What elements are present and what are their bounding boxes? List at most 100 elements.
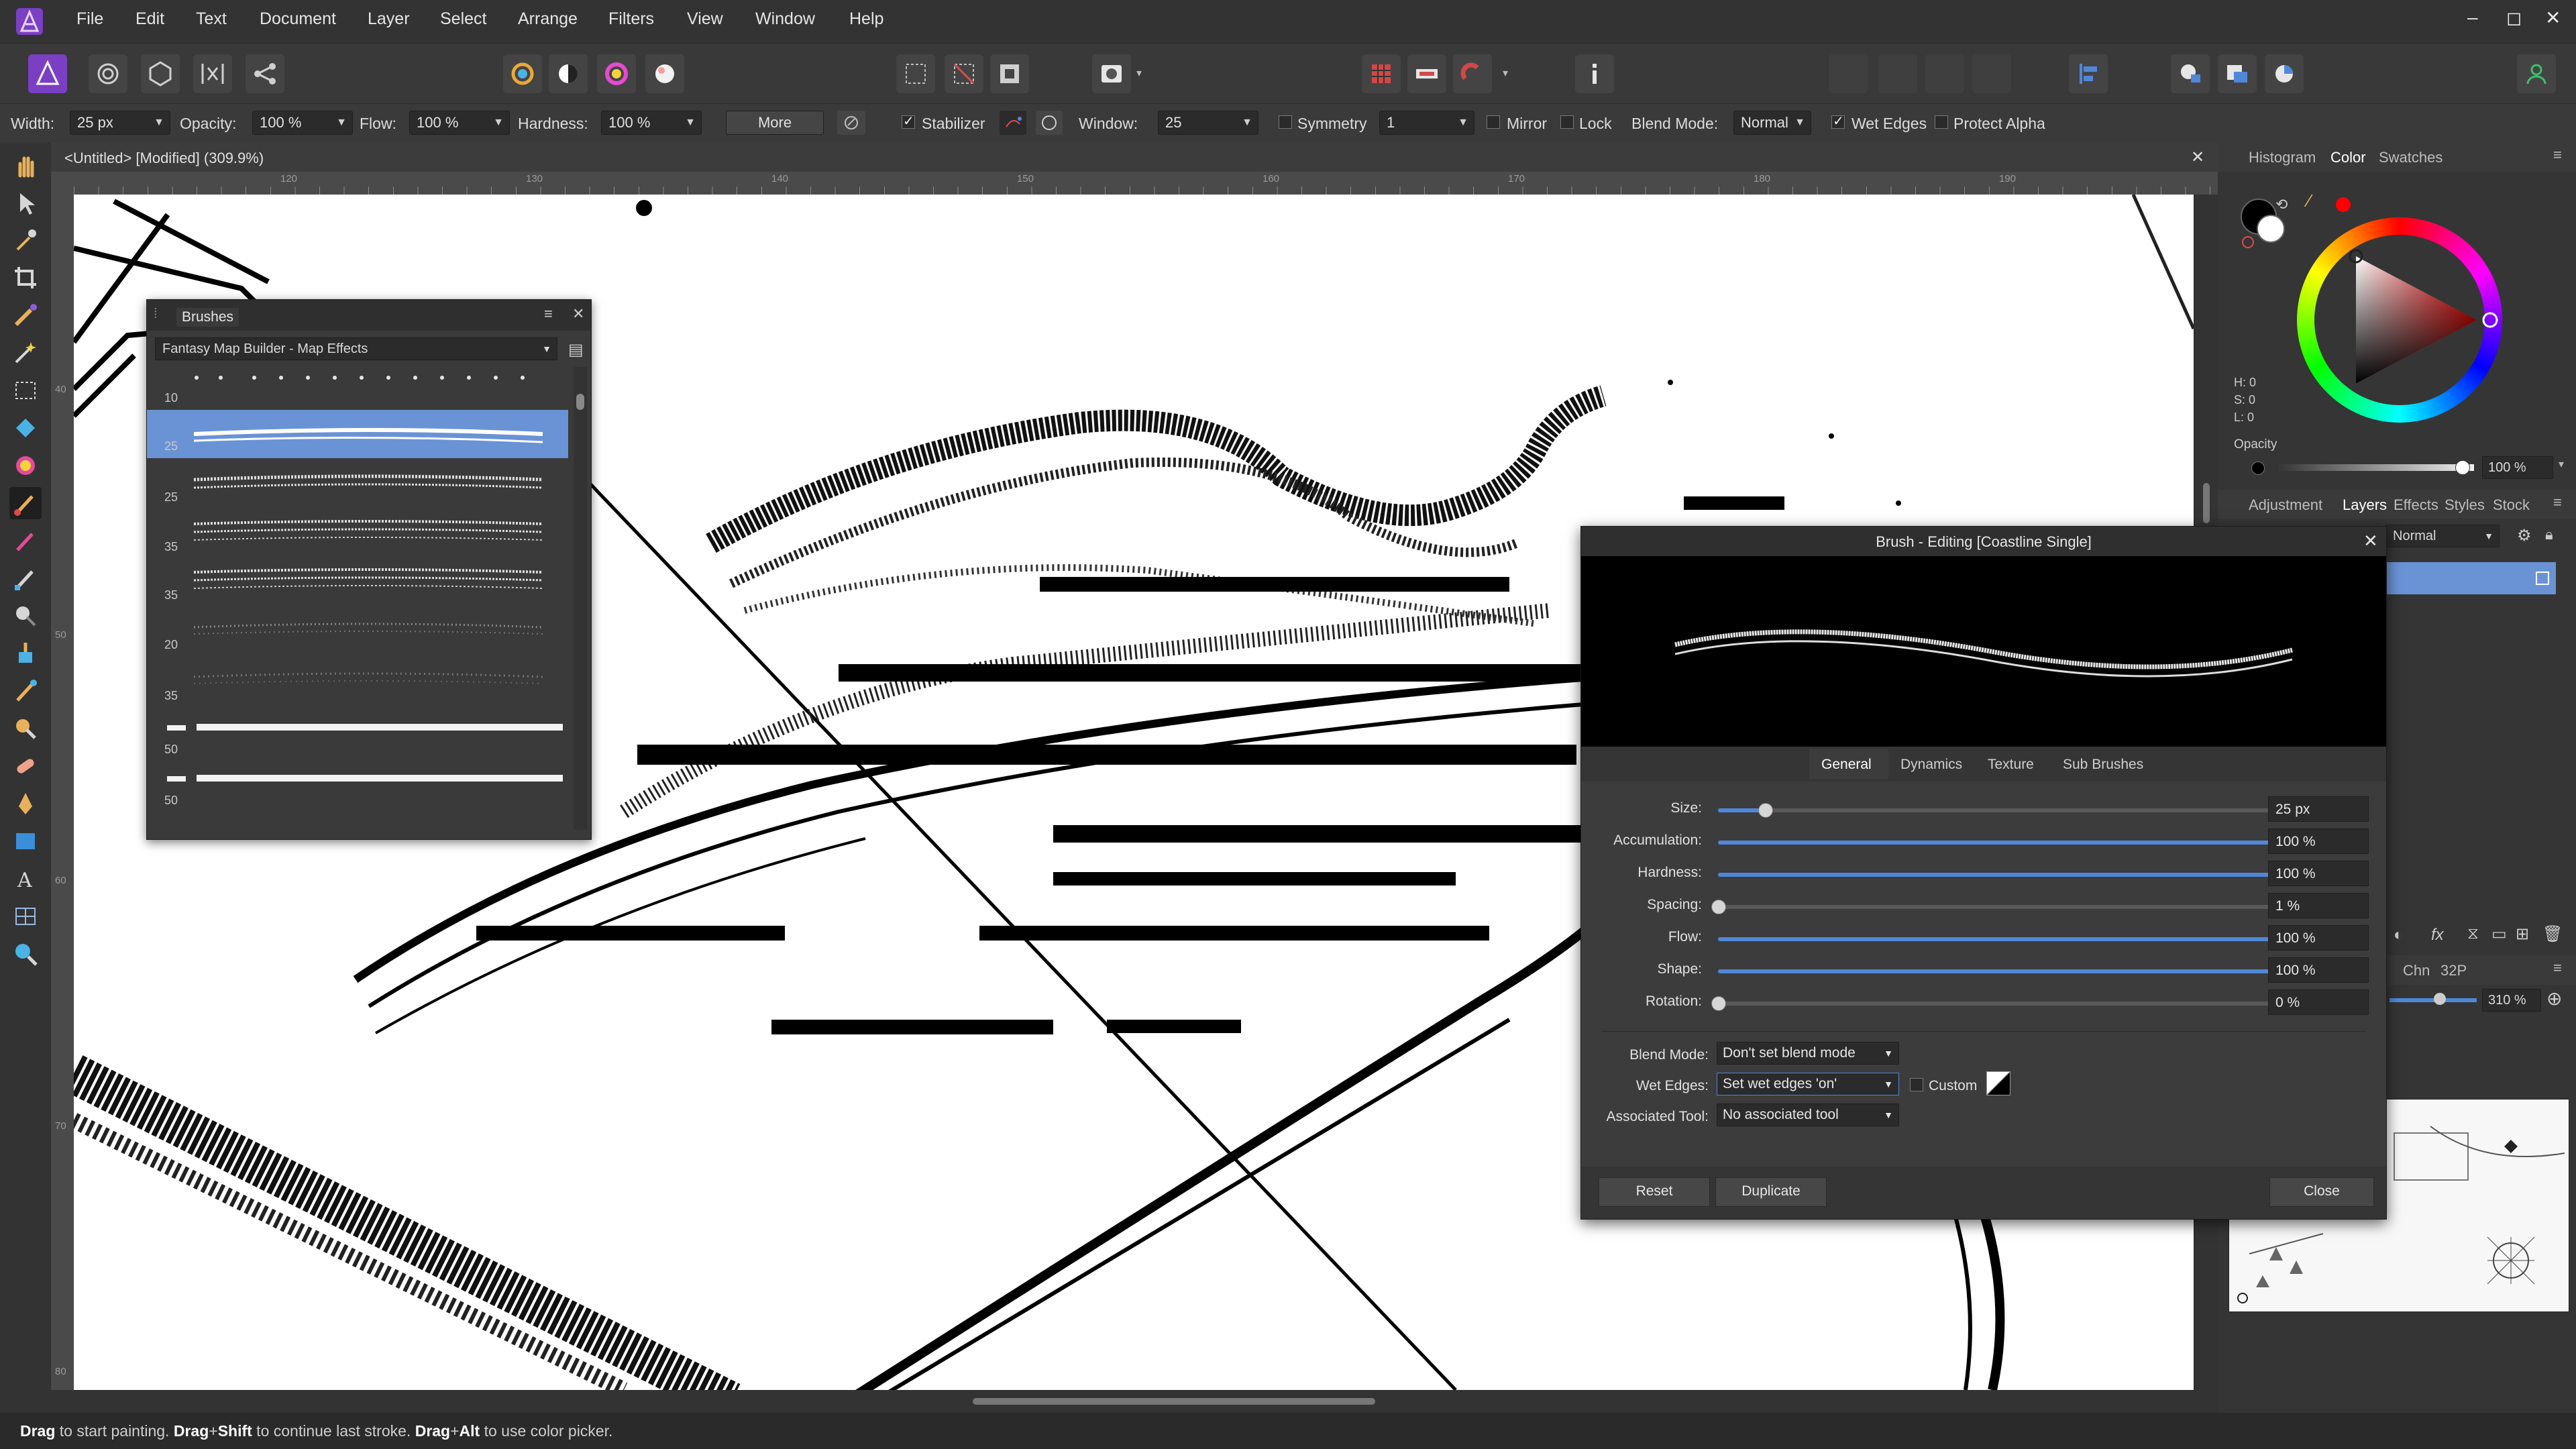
symmetry-field[interactable]: 1 ▼ [1379, 111, 1474, 135]
opacity-slider-knob[interactable] [2455, 460, 2470, 475]
move-tool-icon[interactable] [9, 186, 42, 219]
blend-mode-field[interactable]: Normal ▼ [1733, 111, 1811, 135]
mirror-checkbox[interactable] [1487, 115, 1500, 129]
brush-row[interactable]: 20 [147, 606, 568, 654]
vertical-scroll-thumb[interactable] [2203, 483, 2210, 523]
menu-window[interactable]: Window [755, 9, 815, 29]
tab-channels[interactable]: Chn [2403, 962, 2430, 979]
width-field[interactable]: 25 px ▼ [70, 111, 170, 135]
layer-delete-icon[interactable]: 🗑︎ [2542, 924, 2563, 944]
brush-row[interactable]: 25 [147, 461, 568, 509]
opacity-field[interactable]: 100 % ▼ [252, 111, 353, 135]
blend-mode-dropdown-icon[interactable]: ▼ [1884, 1042, 1893, 1064]
tab-layers[interactable]: Layers [2343, 496, 2387, 514]
mesh-warp-tool-icon[interactable] [9, 900, 42, 932]
blur-brush-tool-icon[interactable] [9, 675, 42, 707]
brush-row[interactable]: 10 [147, 367, 568, 415]
tab-styles[interactable]: Styles [2445, 496, 2485, 514]
marquee-mode-icon[interactable] [896, 54, 935, 93]
assistant-options-icon[interactable] [2218, 54, 2257, 93]
close-panel-icon[interactable]: ✕ [572, 305, 584, 323]
preferences-icon[interactable] [2265, 54, 2304, 93]
color-triangle[interactable] [2297, 217, 2502, 423]
swap-colors-icon[interactable]: ⟲ [2275, 196, 2288, 213]
hardness-slider[interactable] [1718, 867, 2316, 882]
width-dropdown-icon[interactable]: ▼ [154, 111, 164, 134]
brush-row[interactable]: 35 [147, 655, 568, 704]
custom-checkbox[interactable] [1910, 1078, 1923, 1091]
dodge-tool-icon[interactable] [9, 600, 42, 632]
secondary-color-swatch[interactable] [2257, 215, 2285, 243]
context-help-icon[interactable] [1575, 54, 1614, 93]
category-dropdown-icon[interactable]: ▼ [542, 338, 551, 360]
blend-mode-select[interactable]: Don't set blend mode ▼ [1717, 1042, 1899, 1065]
rectangle-tool-icon[interactable] [9, 825, 42, 857]
menu-select[interactable]: Select [440, 9, 486, 29]
close-document-icon[interactable]: ✕ [2191, 148, 2204, 167]
tab-swatches[interactable]: Swatches [2379, 149, 2443, 166]
opacity-dropdown-icon[interactable]: ▼ [336, 111, 347, 134]
spacing-slider-knob[interactable] [1711, 900, 1726, 914]
reset-button[interactable]: Reset [1599, 1177, 1710, 1207]
no-color-icon[interactable] [2242, 236, 2254, 248]
view-tool-hand-icon[interactable] [9, 149, 42, 181]
symmetry-dropdown-icon[interactable]: ▼ [1458, 111, 1468, 134]
tab-general[interactable]: General [1821, 757, 1872, 773]
auto-contrast-icon[interactable] [549, 54, 588, 93]
paint-brush-tool-icon[interactable] [9, 487, 42, 519]
brush-category-select[interactable]: Fantasy Map Builder - Map Effects ▼ [155, 337, 557, 360]
panel-menu-icon[interactable]: ≡ [2553, 146, 2562, 164]
assistant-icon[interactable] [2171, 54, 2210, 93]
rotation-slider[interactable] [1711, 996, 2308, 1011]
color-wheel[interactable] [2297, 217, 2502, 423]
flow-value[interactable]: 100 % [2268, 925, 2369, 951]
hardness-field[interactable]: 100 % ▼ [601, 111, 702, 135]
tab-stock[interactable]: Stock [2493, 496, 2530, 514]
tab-effects[interactable]: Effects [2394, 496, 2438, 514]
spacing-slider[interactable] [1711, 900, 2308, 914]
layer-blend-dropdown-icon[interactable]: ▼ [2484, 525, 2493, 547]
arrange-back-icon[interactable] [1972, 54, 2011, 93]
size-slider[interactable] [1718, 803, 2308, 818]
tab-color[interactable]: Color [2330, 149, 2366, 166]
brush-row[interactable]: 50 [147, 709, 568, 757]
menu-filters[interactable]: Filters [608, 9, 654, 29]
layer-group-folder-icon[interactable]: ▭ [2491, 924, 2507, 944]
export-persona-icon[interactable] [246, 54, 284, 93]
zoom-slider[interactable] [2390, 998, 2477, 1002]
hardness-value[interactable]: 100 % [2268, 861, 2369, 886]
panel-menu-icon[interactable]: ≡ [2553, 494, 2562, 511]
layer-visibility-checkbox[interactable] [2536, 572, 2549, 585]
document-tab[interactable]: <Untitled> [Modified] (309.9%) ✕ [51, 142, 2218, 172]
layer-add-pixel-icon[interactable]: ⊞ [2516, 924, 2529, 944]
close-window-button[interactable]: ✕ [2545, 7, 2561, 29]
auto-white-balance-icon[interactable] [645, 54, 684, 93]
tab-adjustment[interactable]: Adjustment [2249, 496, 2322, 514]
flow-slider[interactable] [1718, 932, 2316, 947]
artistic-text-tool-icon[interactable]: A [9, 863, 42, 895]
clone-brush-tool-icon[interactable] [9, 637, 42, 669]
pen-tool-icon[interactable] [9, 788, 42, 820]
wet-edges-dropdown-icon[interactable]: ▼ [1884, 1073, 1893, 1095]
auto-colors-icon[interactable] [597, 54, 636, 93]
layer-lock-icon[interactable]: 🔒︎ [2545, 526, 2553, 543]
menu-edit[interactable]: Edit [136, 9, 164, 29]
size-value[interactable]: 25 px [2268, 796, 2369, 822]
drag-handle-icon[interactable]: ⁞ [154, 307, 158, 322]
snapping-grid-icon[interactable] [1362, 54, 1401, 93]
brush-row[interactable]: 35 [147, 509, 568, 557]
wet-edges-select[interactable]: Set wet edges 'on' ▼ [1717, 1073, 1899, 1095]
alignment-icon[interactable] [2069, 54, 2108, 93]
opacity-field[interactable]: 100 % [2482, 456, 2553, 479]
zoom-tool-icon[interactable] [9, 938, 42, 970]
flow-field[interactable]: 100 % ▼ [409, 111, 510, 135]
spacing-value[interactable]: 1 % [2268, 893, 2369, 918]
close-button[interactable]: Close [2269, 1177, 2374, 1207]
associated-tool-select[interactable]: No associated tool ▼ [1717, 1104, 1899, 1126]
lock-checkbox[interactable] [1560, 115, 1574, 129]
more-button[interactable]: More [726, 111, 824, 135]
brush-row[interactable]: 50 [147, 760, 568, 808]
quick-mask-dropdown-icon[interactable]: ▾ [1136, 66, 1142, 80]
menu-view[interactable]: View [687, 9, 723, 29]
duplicate-button[interactable]: Duplicate [1715, 1177, 1827, 1207]
